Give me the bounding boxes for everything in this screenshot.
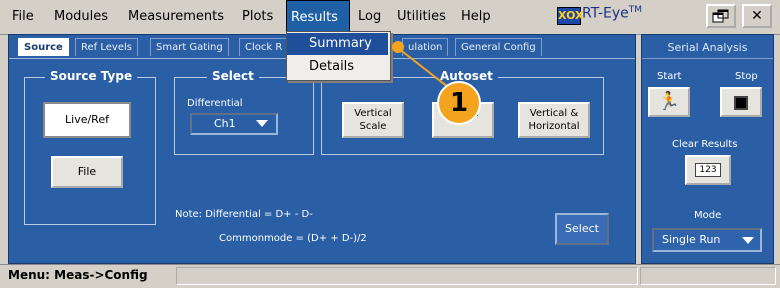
status-field-right xyxy=(640,267,776,285)
channel-dropdown[interactable]: Ch1 xyxy=(190,113,278,135)
file-button[interactable]: File xyxy=(51,156,123,188)
chevron-down-icon xyxy=(256,120,268,127)
mode-dropdown[interactable]: Single Run xyxy=(652,228,762,252)
menu-utilities[interactable]: Utilities xyxy=(393,0,450,34)
stop-square-icon xyxy=(734,96,748,110)
tab-clock-recovery[interactable]: Clock R xyxy=(239,38,289,56)
clear-results-icon-text: 123 xyxy=(699,165,717,175)
app-title: RT-EyeTM xyxy=(582,5,642,22)
menu-log[interactable]: Log xyxy=(354,0,385,34)
results-dropdown-menu: Summary Details xyxy=(286,31,391,81)
start-button[interactable]: 🏃 xyxy=(648,87,690,117)
serial-analysis-header: Serial Analysis xyxy=(642,38,773,59)
tab-source[interactable]: Source xyxy=(18,38,69,56)
source-type-title: Source Type xyxy=(45,69,138,83)
vertical-scale-button[interactable]: Vertical Scale xyxy=(342,102,404,138)
source-type-group: Source Type Live/Ref File xyxy=(24,69,156,225)
tab-general-config[interactable]: General Config xyxy=(455,38,542,56)
tab-ref-levels[interactable]: Ref Levels xyxy=(75,38,138,56)
trademark-mark: TM xyxy=(628,5,643,15)
status-field-main xyxy=(176,267,638,285)
runner-icon: 🏃 xyxy=(657,91,681,112)
close-icon[interactable]: ✕ xyxy=(742,4,772,28)
select-title: Select xyxy=(207,69,259,83)
menu-measurements[interactable]: Measurements xyxy=(124,0,228,34)
callout-anchor-dot xyxy=(392,41,404,53)
callout-number-badge: 1 xyxy=(437,81,481,125)
menu-modules[interactable]: Modules xyxy=(50,0,112,34)
autoset-title: Autoset xyxy=(435,69,498,83)
chevron-down-icon xyxy=(742,237,754,244)
start-label: Start xyxy=(657,71,682,82)
eraser-icon: 123 xyxy=(695,163,721,177)
channel-value: Ch1 xyxy=(214,117,236,130)
tek-logo: XOX xyxy=(557,7,584,25)
select-group: Select Differential Ch1 xyxy=(174,69,314,155)
status-text: Menu: Meas->Config xyxy=(8,268,148,282)
serial-analysis-panel: Serial Analysis Start Stop 🏃 Clear Resul… xyxy=(641,34,774,264)
clear-results-label: Clear Results xyxy=(672,139,738,150)
menu-help[interactable]: Help xyxy=(457,0,495,34)
tab-smart-gating[interactable]: Smart Gating xyxy=(150,38,229,56)
note-commonmode: Commonmode = (D+ + D-)/2 xyxy=(219,233,367,244)
stop-button[interactable] xyxy=(720,87,762,117)
menu-file[interactable]: File xyxy=(8,0,38,34)
mode-value: Single Run xyxy=(662,233,721,246)
restore-window-icon[interactable] xyxy=(706,4,736,28)
menu-bar: File Modules Measurements Plots Results … xyxy=(0,0,780,35)
tab-emulation[interactable]: ulation xyxy=(402,38,449,56)
stop-label: Stop xyxy=(735,71,758,82)
live-ref-button[interactable]: Live/Ref xyxy=(43,102,131,138)
menu-results[interactable]: Results xyxy=(286,0,350,34)
app-title-text: RT-Eye xyxy=(582,5,629,22)
vertical-horizontal-button[interactable]: Vertical & Horizontal xyxy=(518,102,590,138)
clear-results-button[interactable]: 123 xyxy=(685,155,731,185)
differential-label: Differential xyxy=(187,98,243,109)
note-differential: Note: Differential = D+ - D- xyxy=(175,209,313,220)
menu-item-summary[interactable]: Summary xyxy=(287,33,388,55)
menu-plots[interactable]: Plots xyxy=(238,0,277,34)
menu-item-details[interactable]: Details xyxy=(287,56,388,78)
select-button[interactable]: Select xyxy=(555,213,609,245)
mode-label: Mode xyxy=(694,210,722,221)
status-bar: Menu: Meas->Config xyxy=(0,264,780,288)
